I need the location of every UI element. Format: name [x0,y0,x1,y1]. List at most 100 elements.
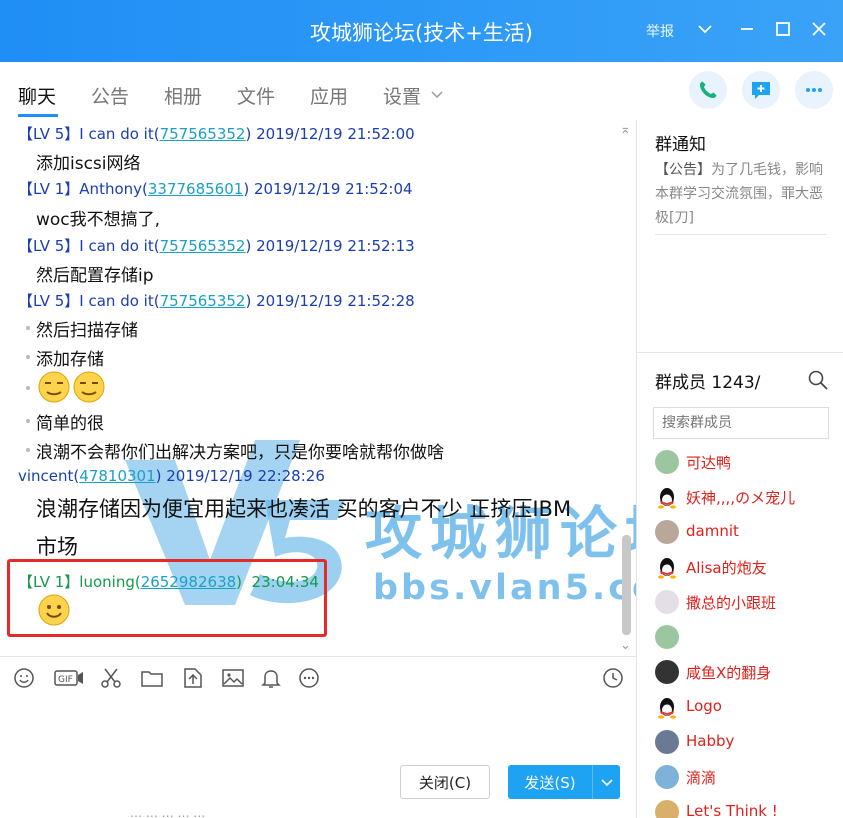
message-text: 然后配置存储ip [36,266,154,286]
message-text: 浪潮存储因为便宜用起来也凑活 买的客户不少 正挤压IBM 市场 [36,497,572,559]
input-toolbar: GIF [0,656,636,698]
member-item[interactable]: Habby [655,730,843,758]
line-bullet [26,326,30,330]
scissors-icon[interactable] [99,666,123,690]
message-text: 添加iscsi网络 [36,154,141,174]
member-name: 撒总的小跟班 [686,594,777,612]
member-item[interactable]: 可达鸭 [655,450,843,478]
member-item[interactable]: Let's Think ! [655,800,843,818]
more-button[interactable] [795,71,833,109]
avatar [655,765,679,789]
send-button[interactable]: 发送(S) [508,765,592,799]
bottom-text: … … … … … [130,806,206,818]
member-item[interactable]: Alisa的炮友 [655,555,843,583]
close-icon[interactable] [806,16,832,42]
scroll-down-icon[interactable]: ⌄ [620,638,631,653]
smirk-emoji-icon [73,371,105,403]
member-name: 可达鸭 [686,454,732,472]
member-name: Logo [686,697,722,715]
avatar [655,660,679,684]
tab-bar: 聊天 公告 相册 文件 应用 设置 [0,62,843,120]
avatar [655,555,679,579]
tab-chat[interactable]: 聊天 [18,82,56,109]
avatar [655,800,679,818]
notice-text[interactable]: 【公告】为了几毛钱，影响本群学习交流氛围，罪大恶极[刀] [655,158,833,230]
line-bullet [26,355,30,359]
sender-qq-link[interactable]: 2652982638 [141,573,236,591]
avatar [655,485,679,509]
watermark-url: bbs.vlan5.com [373,568,636,608]
sender-qq-link[interactable]: 757565352 [160,237,246,255]
maximize-icon[interactable] [770,16,796,42]
title-bar: 攻城狮论坛(技术+生活) 举报 [0,0,843,62]
line-bullet [26,419,30,423]
message-header: vincent(47810301) 2019/12/19 22:28:26 [18,467,325,485]
chevron-down-icon[interactable] [692,16,718,42]
folder-icon[interactable] [140,666,164,690]
send-options-button[interactable] [592,765,620,799]
phone-call-button[interactable] [689,71,727,109]
member-name: Alisa的炮友 [686,559,767,577]
tab-album[interactable]: 相册 [164,82,202,109]
member-item[interactable]: 咸鱼X的翻身 [655,660,843,688]
avatar [655,520,679,544]
gif-icon[interactable]: GIF [54,666,84,690]
line-bullet [26,448,30,452]
members-title: 群成员 1243/ [655,373,761,393]
report-link[interactable]: 举报 [646,21,674,41]
member-search-input[interactable] [653,407,829,439]
smirk-emoji-icon [38,371,70,403]
history-clock-icon[interactable] [601,666,625,690]
member-item[interactable]: 撒总的小跟班 [655,590,843,618]
member-name: damnit [686,522,739,540]
member-name: 咸鱼X的翻身 [686,664,772,682]
more-dots-icon [806,88,822,92]
minimize-icon[interactable] [734,16,760,42]
group-sidebar: 群通知 【公告】为了几毛钱，影响本群学习交流氛围，罪大恶极[刀] 群成员 124… [636,120,843,818]
more-circle-icon[interactable] [297,666,321,690]
member-item[interactable]: 滴滴 [655,765,843,793]
divider [637,352,843,353]
message-input[interactable] [0,698,636,818]
tab-files[interactable]: 文件 [237,82,275,109]
message-header: 【LV 5】I can do it(757565352) 2019/12/19 … [18,292,415,310]
emoji-icon[interactable] [12,666,36,690]
message-header: 【LV 5】I can do it(757565352) 2019/12/19 … [18,125,415,143]
member-item[interactable]: 妖神,,,,のメ宠儿 [655,485,843,513]
scrollbar[interactable] [622,535,631,635]
chevron-down-icon[interactable] [430,87,444,101]
tab-apps[interactable]: 应用 [310,82,348,109]
chevron-down-icon [600,779,613,787]
add-message-button[interactable] [742,71,780,109]
document-icon[interactable] [181,666,205,690]
avatar [655,450,679,474]
member-item[interactable] [655,625,843,653]
member-item[interactable]: Logo [655,695,843,723]
search-icon[interactable] [807,369,829,391]
sender-qq-link[interactable]: 47810301 [79,467,155,485]
phone-icon [699,81,717,99]
member-name: 滴滴 [686,769,717,787]
avatar [655,625,679,649]
image-icon[interactable] [221,666,245,690]
tab-settings[interactable]: 设置 [383,82,421,109]
sender-qq-link[interactable]: 3377685601 [148,180,243,198]
member-name: Let's Think ! [686,802,778,818]
message-header: 【LV 5】I can do it(757565352) 2019/12/19 … [18,237,415,255]
member-name: 妖神,,,,のメ宠儿 [686,489,796,507]
message-text: woc我不想搞了, [36,210,161,230]
close-button[interactable]: 关闭(C) [400,765,490,799]
collapse-icon[interactable]: ⌅ [620,122,631,137]
sender-qq-link[interactable]: 757565352 [160,292,246,310]
chat-history[interactable]: 攻城狮论坛 bbs.vlan5.com ⌅ 【LV 5】I can do it(… [0,120,636,656]
tab-announcement[interactable]: 公告 [91,82,129,109]
divider [655,234,827,235]
avatar [655,730,679,754]
message-text: 浪潮不会帮你们出解决方案吧，只是你要啥就帮你做啥 [36,443,444,463]
member-item[interactable]: damnit [655,520,843,548]
bell-icon[interactable] [259,666,283,690]
notice-title: 群通知 [655,135,706,155]
smile-emoji-icon [38,594,70,626]
sender-qq-link[interactable]: 757565352 [160,125,246,143]
message-header: 【LV 1】luoning(2652982638) 23:04:34 [18,573,319,591]
